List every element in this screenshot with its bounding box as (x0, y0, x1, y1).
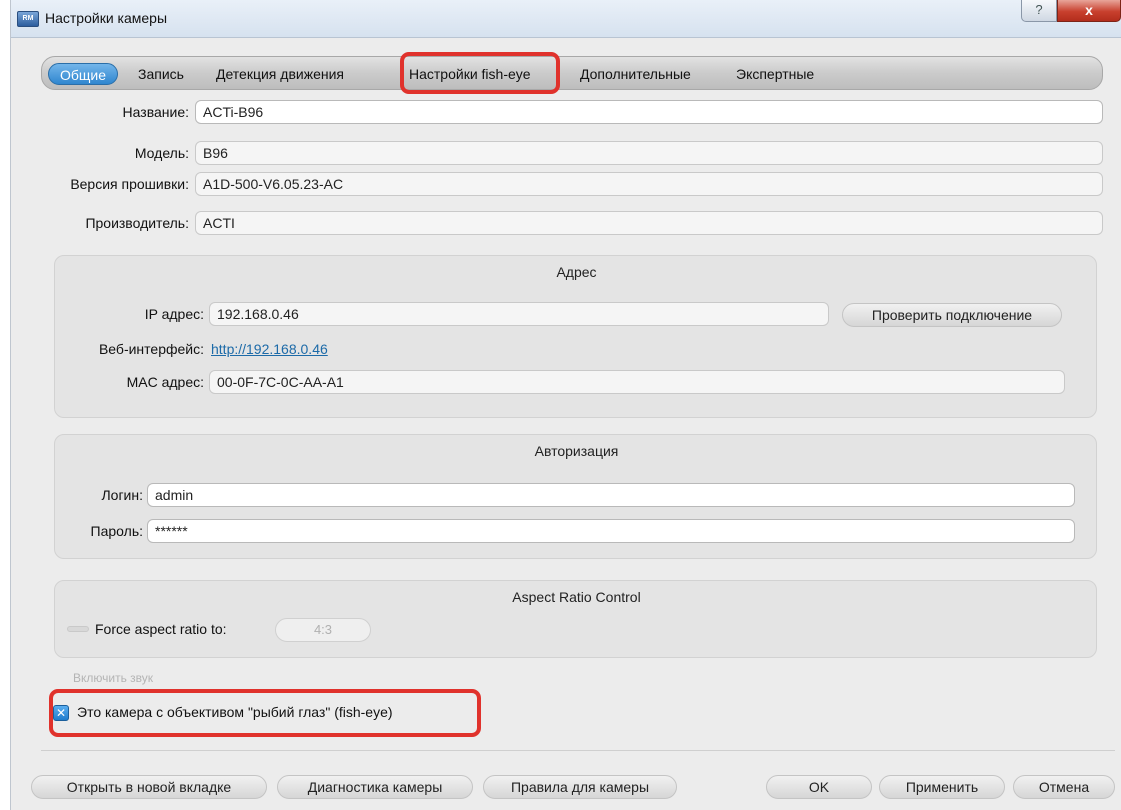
aspect-ratio-group-title: Aspect Ratio Control (512, 589, 641, 605)
diagnostics-button[interactable]: Диагностика камеры (277, 775, 473, 799)
help-button[interactable]: ? (1021, 0, 1057, 22)
app-icon: RM (17, 11, 39, 27)
auth-group: Авторизация Логин: admin Пароль: ****** (54, 434, 1097, 559)
title-bar: RM Настройки камеры ? x (11, 0, 1121, 38)
apply-button[interactable]: Применить (879, 775, 1005, 799)
tab-bar: Общие Запись Детекция движения Настройки… (41, 56, 1103, 90)
login-label: Логин: (101, 487, 143, 503)
force-aspect-checkbox[interactable] (67, 626, 89, 632)
address-group: Адрес IP адрес: 192.168.0.46 Проверить п… (54, 255, 1097, 418)
tab-additional[interactable]: Дополнительные (580, 63, 691, 85)
tab-highlight-frame (400, 52, 560, 94)
fisheye-highlight-frame (49, 689, 481, 737)
password-field[interactable]: ****** (147, 519, 1075, 543)
tab-general[interactable]: Общие (48, 63, 119, 85)
web-interface-label: Веб-интерфейс: (98, 341, 204, 357)
aspect-ratio-select[interactable]: 4:3 (275, 618, 371, 642)
close-button[interactable]: x (1057, 0, 1121, 22)
password-label: Пароль: (90, 523, 143, 539)
force-aspect-label: Force aspect ratio to: (95, 621, 227, 637)
aspect-ratio-group: Aspect Ratio Control Force aspect ratio … (54, 580, 1097, 658)
camera-settings-window: RM Настройки камеры ? x Общие Запись Дет… (10, 0, 1121, 810)
ip-label: IP адрес: (144, 306, 204, 322)
vendor-label: Производитель: (85, 215, 189, 231)
open-new-tab-button[interactable]: Открыть в новой вкладке (31, 775, 267, 799)
web-interface-link[interactable]: http://192.168.0.46 (211, 341, 328, 357)
auth-group-title: Авторизация (534, 443, 619, 459)
firmware-label: Версия прошивки: (70, 176, 189, 192)
tab-motion-detection[interactable]: Детекция движения (216, 63, 344, 85)
window-title: Настройки камеры (45, 10, 168, 26)
tab-expert[interactable]: Экспертные (736, 63, 814, 85)
bottom-separator (41, 750, 1115, 751)
cancel-button[interactable]: Отмена (1013, 775, 1115, 799)
name-field[interactable]: ACTi-B96 (195, 100, 1103, 124)
model-field: B96 (195, 141, 1103, 165)
camera-rules-button[interactable]: Правила для камеры (483, 775, 677, 799)
model-label: Модель: (134, 145, 189, 161)
name-label: Название: (122, 104, 189, 120)
ok-button[interactable]: OK (766, 775, 872, 799)
login-field[interactable]: admin (147, 483, 1075, 507)
vendor-field: ACTI (195, 211, 1103, 235)
firmware-field: A1D-500-V6.05.23-AC (195, 172, 1103, 196)
ip-field[interactable]: 192.168.0.46 (209, 302, 829, 326)
address-group-title: Адрес (556, 264, 597, 280)
mac-label: MAC адрес: (126, 374, 204, 390)
enable-audio-label: Включить звук (73, 671, 154, 685)
tab-recording[interactable]: Запись (138, 63, 184, 85)
check-connection-button[interactable]: Проверить подключение (842, 303, 1062, 327)
mac-field: 00-0F-7C-0C-AA-A1 (209, 370, 1065, 394)
